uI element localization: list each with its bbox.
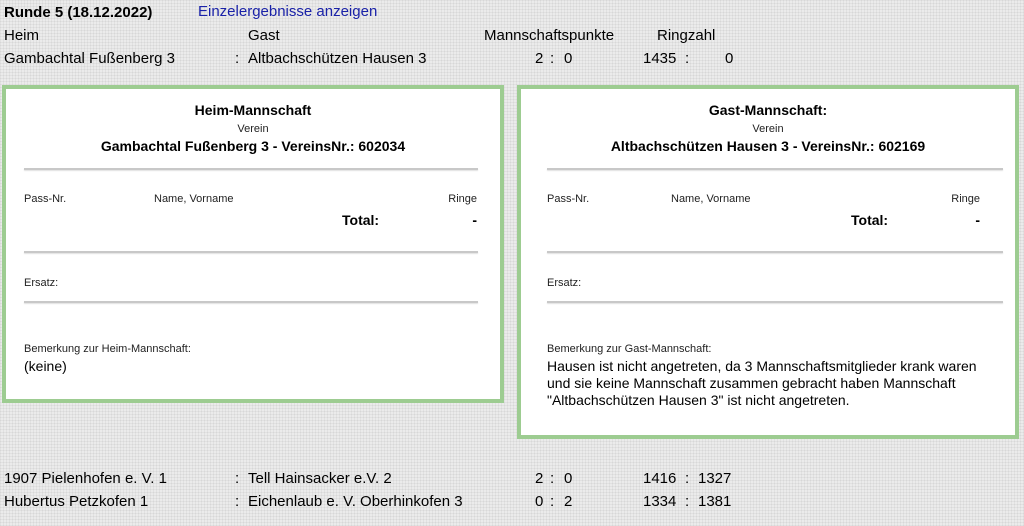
guest-club-line: Altbachschützen Hausen 3 - VereinsNr.: 6…: [610, 138, 926, 154]
home-total-label: Total:: [342, 212, 380, 228]
match-rings-guest: 0: [725, 50, 734, 67]
match-points-home: 2: [535, 470, 544, 487]
divider: [24, 301, 478, 303]
home-club-label: Verein: [237, 123, 269, 135]
match-rings-guest: 1381: [698, 493, 732, 510]
guest-panel-title: Gast-Mannschaft:: [708, 102, 828, 118]
guest-total-value: -: [975, 212, 980, 228]
match-home-team: 1907 Pielenhofen e. V. 1: [4, 470, 167, 487]
guest-substitute-label: Ersatz:: [547, 277, 582, 289]
match-points-separator: :: [550, 493, 555, 510]
match-home-team: Gambachtal Fußenberg 3: [4, 50, 175, 67]
match-separator: :: [235, 50, 240, 67]
guest-remark-text: Hausen ist nicht angetreten, da 3 Mannsc…: [547, 358, 977, 408]
match-home-team: Hubertus Petzkofen 1: [4, 493, 149, 510]
col-pass-nr: Pass-Nr.: [24, 193, 67, 205]
header-ring-count: Ringzahl: [657, 27, 716, 44]
match-rings-home: 1435: [643, 50, 677, 67]
header-guest: Gast: [248, 27, 280, 44]
match-rings-separator: :: [685, 50, 690, 67]
match-separator: :: [235, 470, 240, 487]
home-team-panel: Heim-Mannschaft Verein Gambachtal Fußenb…: [2, 85, 504, 403]
match-points-separator: :: [550, 470, 555, 487]
col-name: Name, Vorname: [154, 193, 234, 205]
col-rings: Ringe: [448, 193, 477, 205]
match-points-guest: 2: [564, 493, 573, 510]
header-home: Heim: [4, 27, 40, 44]
col-rings: Ringe: [951, 193, 980, 205]
match-rings-home: 1416: [643, 470, 677, 487]
home-panel-title: Heim-Mannschaft: [194, 102, 312, 118]
col-pass-nr: Pass-Nr.: [547, 193, 590, 205]
match-separator: :: [235, 493, 240, 510]
match-points-home: 2: [535, 50, 544, 67]
match-points-home: 0: [535, 493, 544, 510]
match-points-separator: :: [550, 50, 555, 67]
show-details-link[interactable]: Einzelergebnisse anzeigen: [198, 3, 377, 20]
home-total-value: -: [472, 212, 477, 228]
divider: [547, 301, 1003, 303]
home-remark-text: (keine): [24, 358, 67, 374]
guest-club-label: Verein: [752, 123, 784, 135]
match-guest-team: Altbachschützen Hausen 3: [248, 50, 427, 67]
col-name: Name, Vorname: [671, 193, 751, 205]
divider: [24, 168, 478, 170]
guest-remark-label: Bemerkung zur Gast-Mannschaft:: [547, 343, 712, 355]
match-guest-team: Eichenlaub e. V. Oberhinkofen 3: [248, 493, 463, 510]
home-club-line: Gambachtal Fußenberg 3 - VereinsNr.: 602…: [100, 138, 406, 154]
match-rings-guest: 1327: [698, 470, 732, 487]
divider: [547, 251, 1003, 253]
divider: [547, 168, 1003, 170]
home-substitute-label: Ersatz:: [24, 277, 59, 289]
match-points-guest: 0: [564, 50, 573, 67]
match-rings-home: 1334: [643, 493, 677, 510]
home-remark-label: Bemerkung zur Heim-Mannschaft:: [24, 343, 191, 355]
match-rings-separator: :: [685, 493, 690, 510]
divider: [24, 251, 478, 253]
round-title: Runde 5 (18.12.2022): [4, 4, 153, 21]
match-guest-team: Tell Hainsacker e.V. 2: [248, 470, 392, 487]
guest-total-label: Total:: [851, 212, 889, 228]
match-rings-separator: :: [685, 470, 690, 487]
header-team-points: Mannschaftspunkte: [484, 27, 615, 44]
guest-team-panel: Gast-Mannschaft: Verein Altbachschützen …: [517, 85, 1019, 439]
match-points-guest: 0: [564, 470, 573, 487]
